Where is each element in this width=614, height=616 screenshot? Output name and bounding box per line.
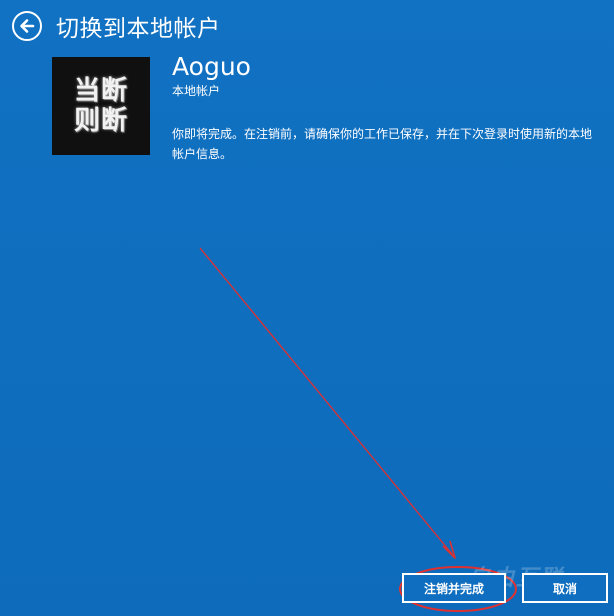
page-title: 切换到本地帐户 [56,16,221,42]
signout-message: 你即将完成。在注销前，请确保你的工作已保存，并在下次登录时使用新的本地帐户信息。 [172,127,593,161]
account-type: 本地帐户 [172,84,221,98]
page-background: 切换到本地帐户 当断 则断 Aoguo 本地帐户 你即将完成。在注销前，请确保你… [0,0,614,616]
back-arrow-icon [20,19,35,33]
annotation-arrow-head [442,540,456,559]
avatar: 当断 则断 [52,57,150,155]
header: 切换到本地帐户 [12,8,221,44]
account-name: Aoguo [172,52,251,81]
cancel-button[interactable]: 取消 [522,573,608,603]
back-button[interactable] [12,11,42,41]
annotation-arrow-line [199,247,453,555]
avatar-text-line-1: 当断 [73,76,128,106]
signout-and-finish-button[interactable]: 注销并完成 [402,573,506,603]
avatar-text-line-2: 则断 [73,106,128,136]
